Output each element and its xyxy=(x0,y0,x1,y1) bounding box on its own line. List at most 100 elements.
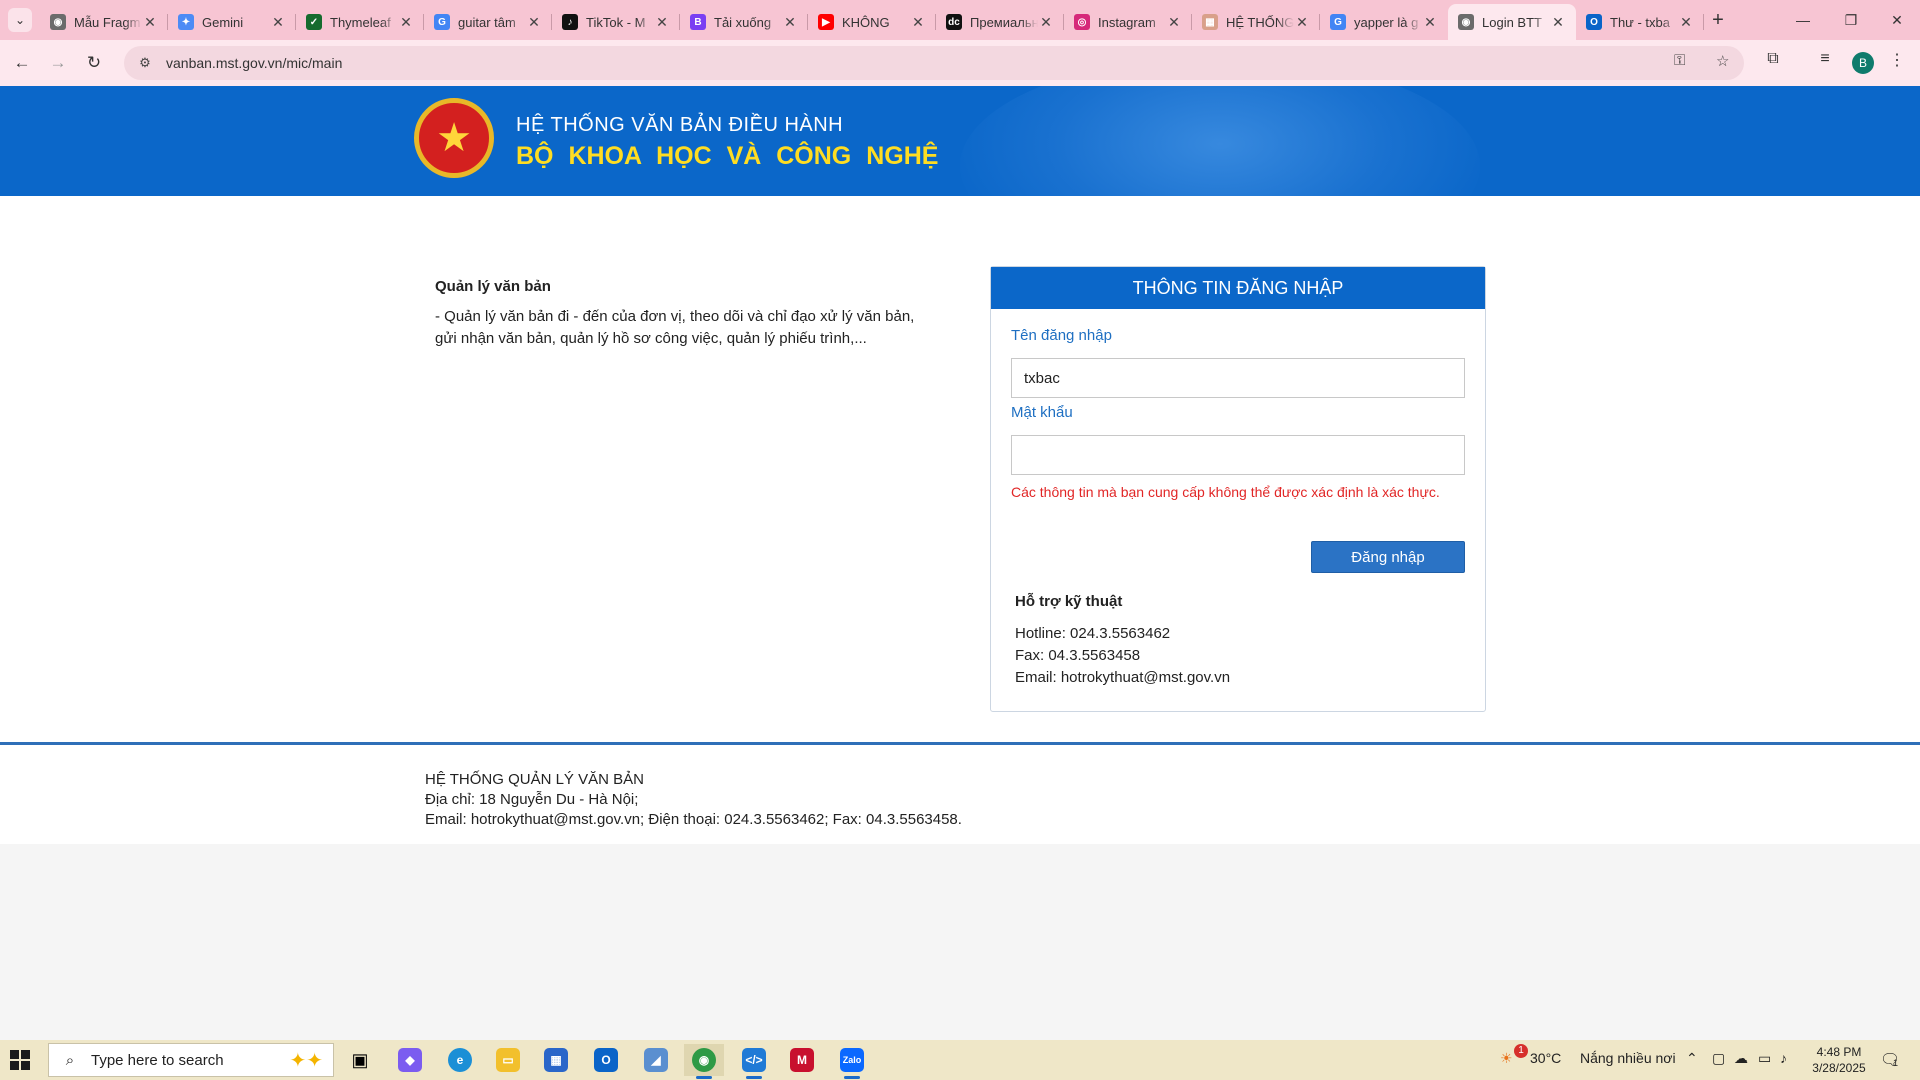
forward-arrow-icon[interactable]: → xyxy=(44,49,72,77)
windows-start-icon[interactable] xyxy=(10,1050,30,1070)
browser-tab[interactable]: ◉ Login BTT ✕ xyxy=(1448,4,1576,40)
weather-alert-badge: 1 xyxy=(1514,1044,1528,1058)
tab-search-chevron-icon[interactable]: ⌄ xyxy=(8,8,32,32)
weather-sun-icon[interactable]: ☀ xyxy=(1500,1050,1513,1067)
back-arrow-icon[interactable]: ← xyxy=(8,49,36,77)
username-label: Tên đăng nhập xyxy=(1011,327,1112,344)
tab-title: guitar tâm xyxy=(458,14,516,30)
browser-tab[interactable]: O Thư - txba ✕ xyxy=(1576,4,1704,40)
tab-favicon-icon: ◉ xyxy=(1458,14,1474,30)
footer-address: Địa chỉ: 18 Nguyễn Du - Hà Nội; xyxy=(425,791,639,808)
browser-tab[interactable]: Gguitar tâm ✕ xyxy=(424,4,552,40)
copilot-icon[interactable]: ◆ xyxy=(390,1044,430,1076)
taskbar-clock[interactable]: 4:48 PM 3/28/2025 xyxy=(1808,1044,1870,1076)
tab-title: HỆ THỐNG xyxy=(1226,14,1294,30)
banner-system-title: HỆ THỐNG VĂN BẢN ĐIỀU HÀNH xyxy=(516,114,844,136)
password-input[interactable] xyxy=(1011,435,1465,475)
browser-tab[interactable]: ♪ TikTok - M ✕ xyxy=(552,4,680,40)
globe-decoration xyxy=(960,86,1480,196)
tab-close-icon[interactable]: ✕ xyxy=(1678,14,1694,31)
tab-close-icon[interactable]: ✕ xyxy=(398,14,414,31)
web-page: ★ HỆ THỐNG VĂN BẢN ĐIỀU HÀNH BỘ KHOA HỌC… xyxy=(0,86,1920,1040)
address-bar[interactable]: ⚙ vanban.mst.gov.vn/mic/main ⚿ ☆ xyxy=(124,46,1744,80)
password-key-icon[interactable]: ⚿ xyxy=(1674,52,1685,69)
tab-favicon-icon: O xyxy=(1586,14,1602,30)
weather-description[interactable]: Nắng nhiều nơi xyxy=(1580,1050,1676,1066)
tab-favicon-icon: ✦ xyxy=(178,14,194,30)
tab-close-icon[interactable]: ✕ xyxy=(1422,14,1438,31)
close-window-button[interactable]: ✕ xyxy=(1874,6,1920,34)
bookmark-star-icon[interactable]: ☆ xyxy=(1716,52,1729,70)
banner-ministry-name: BỘ KHOA HỌC VÀ CÔNG NGHỆ xyxy=(516,142,939,170)
browser-tab[interactable]: ▶ KHÔNG ✕ xyxy=(808,4,936,40)
task-view-icon[interactable]: ▣ xyxy=(340,1044,380,1076)
mcafee-icon[interactable]: M xyxy=(782,1044,822,1076)
site-footer: HỆ THỐNG QUẢN LÝ VĂN BẢN Địa chỉ: 18 Ngu… xyxy=(0,745,1920,844)
volume-speaker-icon[interactable]: ♪ xyxy=(1780,1050,1787,1066)
file-explorer-icon[interactable]: ▭ xyxy=(488,1044,528,1076)
tab-close-icon[interactable]: ✕ xyxy=(910,14,926,31)
tab-close-icon[interactable]: ✕ xyxy=(782,14,798,31)
tab-title: Login BTT xyxy=(1482,14,1542,30)
login-button[interactable]: Đăng nhập xyxy=(1311,541,1465,573)
tab-close-icon[interactable]: ✕ xyxy=(1166,14,1182,31)
browser-tab[interactable]: ✦ Gemini ✕ xyxy=(168,4,296,40)
tab-favicon-icon: ◎ xyxy=(1074,14,1090,30)
main-content: Quản lý văn bản - Quản lý văn bản đi - đ… xyxy=(0,196,1920,742)
browser-menu-icon[interactable]: ⋮ xyxy=(1884,50,1910,70)
tab-close-icon[interactable]: ✕ xyxy=(270,14,286,31)
browser-tab[interactable]: ✓ Thymeleaf ✕ xyxy=(296,4,424,40)
tab-title: Mẫu Fragm xyxy=(74,14,141,30)
zalo-icon[interactable]: Zalo xyxy=(832,1044,872,1079)
tab-close-icon[interactable]: ✕ xyxy=(654,14,670,31)
browser-tab[interactable]: dc Премиальн ✕ xyxy=(936,4,1064,40)
browser-tab-bar: ⌄ ◉ Mẫu Fragm ✕ ✦ Gemini ✕ ✓ Thymeleaf ✕ Gguitar … xyxy=(0,0,1920,40)
login-panel-header: THÔNG TIN ĐĂNG NHẬP xyxy=(991,267,1485,309)
notification-count: 1 xyxy=(1893,1058,1899,1068)
tab-title: Thư - txba xyxy=(1610,14,1670,30)
browser-tab[interactable]: ◎ Instagram ✕ xyxy=(1064,4,1192,40)
browser-tab[interactable]: ◉ Mẫu Fragm ✕ xyxy=(40,4,168,40)
tab-favicon-icon: dc xyxy=(946,14,962,30)
microsoft-store-icon[interactable]: ▦ xyxy=(536,1044,576,1076)
tab-close-icon[interactable]: ✕ xyxy=(1550,14,1566,31)
meet-now-icon[interactable]: ▢ xyxy=(1712,1050,1725,1067)
show-hidden-icons-chevron-icon[interactable]: ⌃ xyxy=(1686,1050,1698,1067)
intro-description: - Quản lý văn bản đi - đến của đơn vị, t… xyxy=(435,308,915,347)
tab-close-icon[interactable]: ✕ xyxy=(1294,14,1310,31)
profile-avatar[interactable]: B xyxy=(1852,52,1874,74)
outlook-icon[interactable]: O xyxy=(586,1044,626,1076)
username-input[interactable] xyxy=(1011,358,1465,398)
browser-tab[interactable]: B Tải xuống ✕ xyxy=(680,4,808,40)
tab-title: Instagram xyxy=(1098,14,1156,30)
tab-favicon-icon: ♪ xyxy=(562,14,578,30)
tool-app-icon[interactable]: ◢ xyxy=(636,1044,676,1076)
extensions-puzzle-icon[interactable]: ⧉ xyxy=(1760,50,1786,68)
tab-title: TikTok - M xyxy=(586,14,646,30)
minimize-button[interactable]: — xyxy=(1780,6,1826,34)
site-info-icon[interactable]: ⚙ xyxy=(134,55,156,71)
address-url[interactable]: vanban.mst.gov.vn/mic/main xyxy=(166,55,342,71)
tab-close-icon[interactable]: ✕ xyxy=(526,14,542,31)
new-tab-button[interactable]: + xyxy=(1705,8,1731,34)
network-icon[interactable]: ▭ xyxy=(1758,1050,1771,1067)
media-controls-icon[interactable]: ≡ xyxy=(1812,50,1838,68)
tab-close-icon[interactable]: ✕ xyxy=(1038,14,1054,31)
restore-button[interactable]: ❐ xyxy=(1828,6,1874,34)
intro-title: Quản lý văn bản xyxy=(435,278,551,295)
tab-close-icon[interactable]: ✕ xyxy=(142,14,158,31)
vscode-icon[interactable]: </> xyxy=(734,1044,774,1079)
tab-title: KHÔNG xyxy=(842,14,890,30)
chrome-icon[interactable]: ◉ xyxy=(684,1044,724,1079)
taskbar-search-box[interactable]: ⌕ Type here to search ✦✦ xyxy=(48,1043,334,1077)
edge-browser-icon[interactable]: e xyxy=(440,1044,480,1076)
weather-temperature[interactable]: 30°C xyxy=(1530,1050,1561,1066)
browser-tab[interactable]: Gyapper là g ✕ xyxy=(1320,4,1448,40)
browser-tab[interactable]: ▦ HỆ THỐNG ✕ xyxy=(1192,4,1320,40)
onedrive-cloud-icon[interactable]: ☁ xyxy=(1734,1050,1748,1067)
tab-separator xyxy=(1703,14,1704,30)
reload-icon[interactable]: ↻ xyxy=(80,49,108,77)
tab-favicon-icon: G xyxy=(1330,14,1346,30)
tab-title: Tải xuống xyxy=(714,14,772,30)
tab-favicon-icon: ✓ xyxy=(306,14,322,30)
